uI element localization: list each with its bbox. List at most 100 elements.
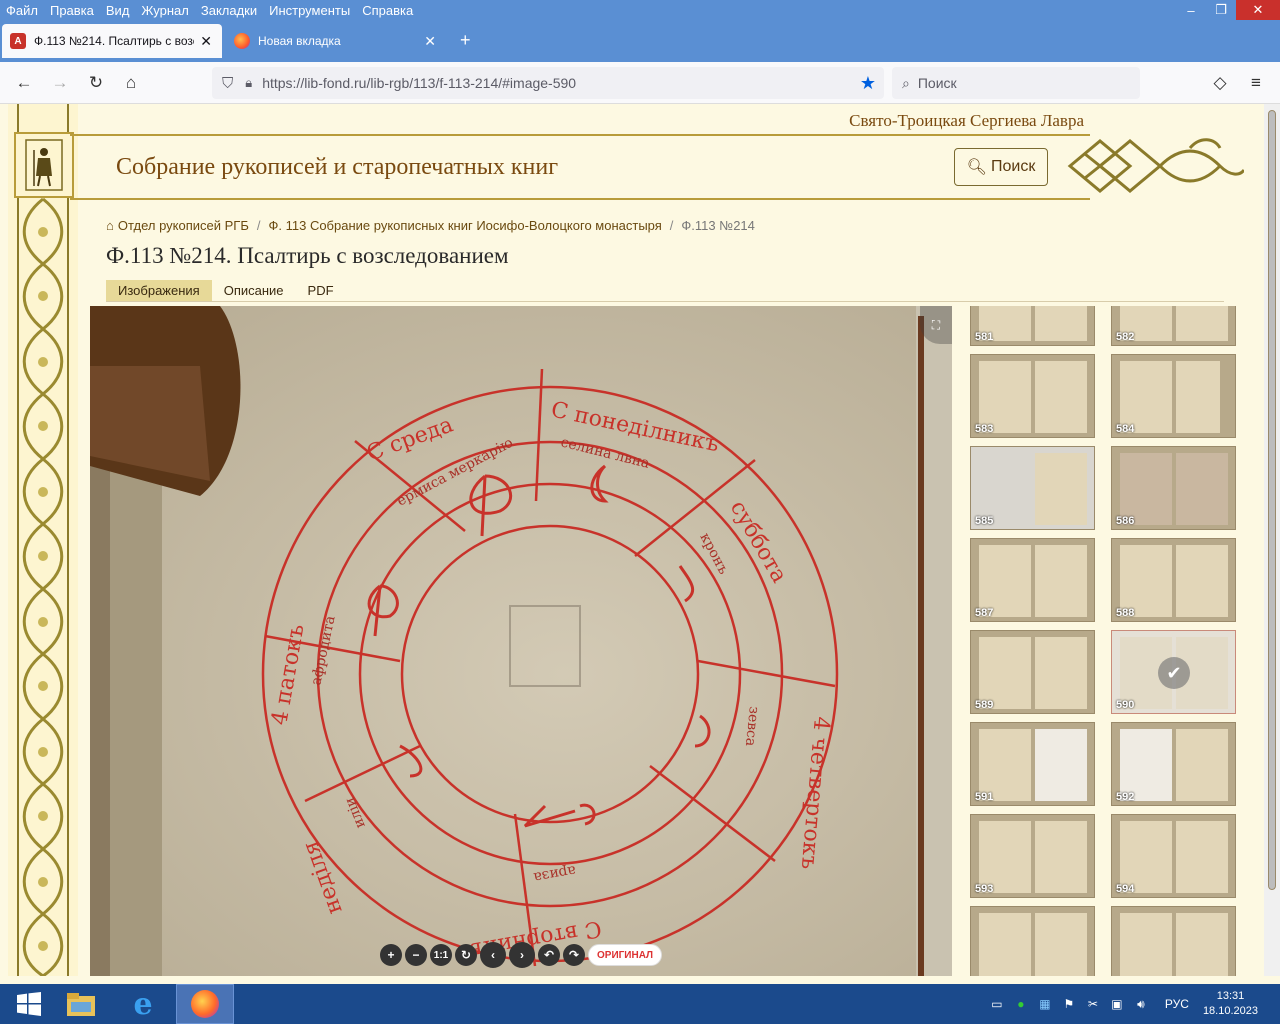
search-icon: 🔍︎ [966,159,987,176]
tab-pdf[interactable]: PDF [296,280,346,301]
breadcrumb: ⌂ Отдел рукописей РГБ / Ф. 113 Собрание … [106,218,755,233]
thumbnail-number: 588 [1116,607,1135,619]
hamburger-menu-icon[interactable]: ≡ [1244,71,1268,95]
network-drive-icon[interactable]: ▭ [987,996,1007,1012]
language-indicator[interactable]: РУС [1165,997,1189,1011]
breadcrumb-home[interactable]: Отдел рукописей РГБ [118,218,249,233]
pocket-icon[interactable]: ◇ [1208,71,1232,95]
back-button[interactable]: ← [12,71,36,95]
clock-time: 13:31 [1216,990,1245,1002]
thumbnail[interactable] [1111,906,1236,976]
tab-title: Ф.113 №214. Псалтирь с возследованием [34,34,194,48]
minimize-button[interactable]: – [1176,0,1206,20]
thumbnail[interactable]: 582 [1111,306,1236,346]
menu-view[interactable]: Вид [100,3,136,18]
menu-file[interactable]: Файл [0,3,44,18]
lock-icon[interactable]: 🔒︎ [245,75,252,91]
start-button[interactable] [0,984,58,1024]
original-button[interactable]: ОРИГИНАЛ [588,944,663,966]
site-search-button[interactable]: 🔍︎ Поиск [954,148,1048,186]
menu-tools[interactable]: Инструменты [263,3,356,18]
site-title[interactable]: Собрание рукописей и старопечатных книг [116,154,558,181]
clock[interactable]: 13:31 18.10.2023 [1203,989,1258,1019]
thumbnail-selected[interactable]: ✔ 590 [1111,630,1236,714]
thumbnail[interactable]: 583 [970,354,1095,438]
close-window-button[interactable]: ✕ [1236,0,1280,20]
menu-bookmarks[interactable]: Закладки [195,3,263,18]
thumbnail[interactable]: 588 [1111,538,1236,622]
menu-edit[interactable]: Правка [44,3,100,18]
page-scrollbar[interactable] [1264,104,1280,976]
thumbnail[interactable]: 585 [970,446,1095,530]
monitor-icon[interactable]: ▣ [1107,996,1127,1012]
thumbnail[interactable]: 586 [1111,446,1236,530]
rotate-right-button[interactable]: ↷ [563,944,585,966]
prev-image-button[interactable]: ‹ [480,942,506,968]
flag-icon[interactable]: ⚑ [1059,996,1079,1012]
thumbnail-number: 594 [1116,883,1135,895]
breadcrumb-fond[interactable]: Ф. 113 Собрание рукописных книг Иосифо-В… [269,218,662,233]
thumbnail[interactable]: 592 [1111,722,1236,806]
actual-size-button[interactable]: 1:1 [430,944,452,966]
search-icon: ⌕ [902,74,910,91]
thumbnail-number: 586 [1116,515,1135,527]
thumbnail-number: 581 [975,331,994,343]
thumbnail[interactable]: 591 [970,722,1095,806]
thumbnail[interactable]: 593 [970,814,1095,898]
thumbnail-number: 585 [975,515,994,527]
thumbnail[interactable]: 587 [970,538,1095,622]
reload-button[interactable]: ↻ [84,71,108,95]
shield-icon[interactable]: ⛉ [222,75,233,92]
zoom-in-button[interactable]: + [380,944,402,966]
security-icon[interactable]: ● [1011,996,1031,1012]
breadcrumb-separator: / [256,218,261,233]
checkmark-icon: ✔ [1158,657,1190,689]
thumbnail[interactable]: 581 [970,306,1095,346]
knot-ornament [1067,138,1244,193]
tab-description[interactable]: Описание [212,280,296,301]
site-logo[interactable] [14,132,74,198]
menu-help[interactable]: Справка [356,3,419,18]
thumbnail[interactable]: 584 [1111,354,1236,438]
url-bar[interactable]: ⛉ 🔒︎ https://lib-fond.ru/lib-rgb/113/f-1… [212,67,884,99]
next-image-button[interactable]: › [509,942,535,968]
new-tab-button[interactable]: + [460,30,471,51]
system-tray: ▭ ● ▦ ⚑ ✂ ▣ 🔊︎ РУС 13:31 18.10.2023 [987,984,1280,1024]
thumbnail-number: 584 [1116,423,1135,435]
document-tabs: Изображения Описание PDF [106,280,1224,302]
firefox-taskbar-button[interactable] [176,984,234,1024]
tab-images[interactable]: Изображения [106,280,212,301]
rotate-left-button[interactable]: ↶ [538,944,560,966]
tab-manuscript[interactable]: A Ф.113 №214. Псалтирь с возследованием … [2,24,222,58]
scrollbar-thumb[interactable] [1268,110,1276,890]
url-text[interactable]: https://lib-fond.ru/lib-rgb/113/f-113-21… [262,75,576,91]
tab-close-icon[interactable]: ✕ [200,33,212,50]
lavra-link[interactable]: Свято-Троицкая Сергиева Лавра [849,111,1084,131]
firefox-icon [191,990,219,1018]
thumbnail[interactable]: 589 [970,630,1095,714]
reset-button[interactable]: ↻ [455,944,477,966]
thumbnail-number: 590 [1116,699,1135,711]
internet-explorer-button[interactable]: e [114,984,172,1024]
search-field[interactable]: ⌕ Поиск [892,67,1140,99]
tab-close-icon[interactable]: ✕ [424,33,436,50]
home-button[interactable]: ⌂ [119,71,143,95]
zoom-out-button[interactable]: − [405,944,427,966]
forward-button[interactable]: → [48,71,72,95]
app-tray-icon[interactable]: ▦ [1035,996,1055,1012]
menu-history[interactable]: Журнал [135,3,194,18]
internet-explorer-icon: e [133,986,153,1022]
thumbnail[interactable]: 594 [1111,814,1236,898]
bookmark-star-icon[interactable]: ★ [860,73,876,94]
thumbnail-number: 593 [975,883,994,895]
cut-icon[interactable]: ✂ [1083,996,1103,1012]
tab-new[interactable]: Новая вкладка ✕ [226,24,446,58]
restore-button[interactable]: ❐ [1206,0,1236,20]
file-explorer-button[interactable] [52,984,110,1024]
page-title: Ф.113 №214. Псалтирь с возследованием [106,243,509,268]
volume-icon[interactable]: 🔊︎ [1131,996,1151,1012]
window-controls: – ❐ ✕ [1176,0,1280,20]
thumbnail[interactable] [970,906,1095,976]
image-viewer[interactable]: С понеділникъ С среда суббота 4 патокъ 4… [90,306,952,976]
taskbar: e ▭ ● ▦ ⚑ ✂ ▣ 🔊︎ РУС 13:31 18.10.2023 [0,984,1280,1024]
